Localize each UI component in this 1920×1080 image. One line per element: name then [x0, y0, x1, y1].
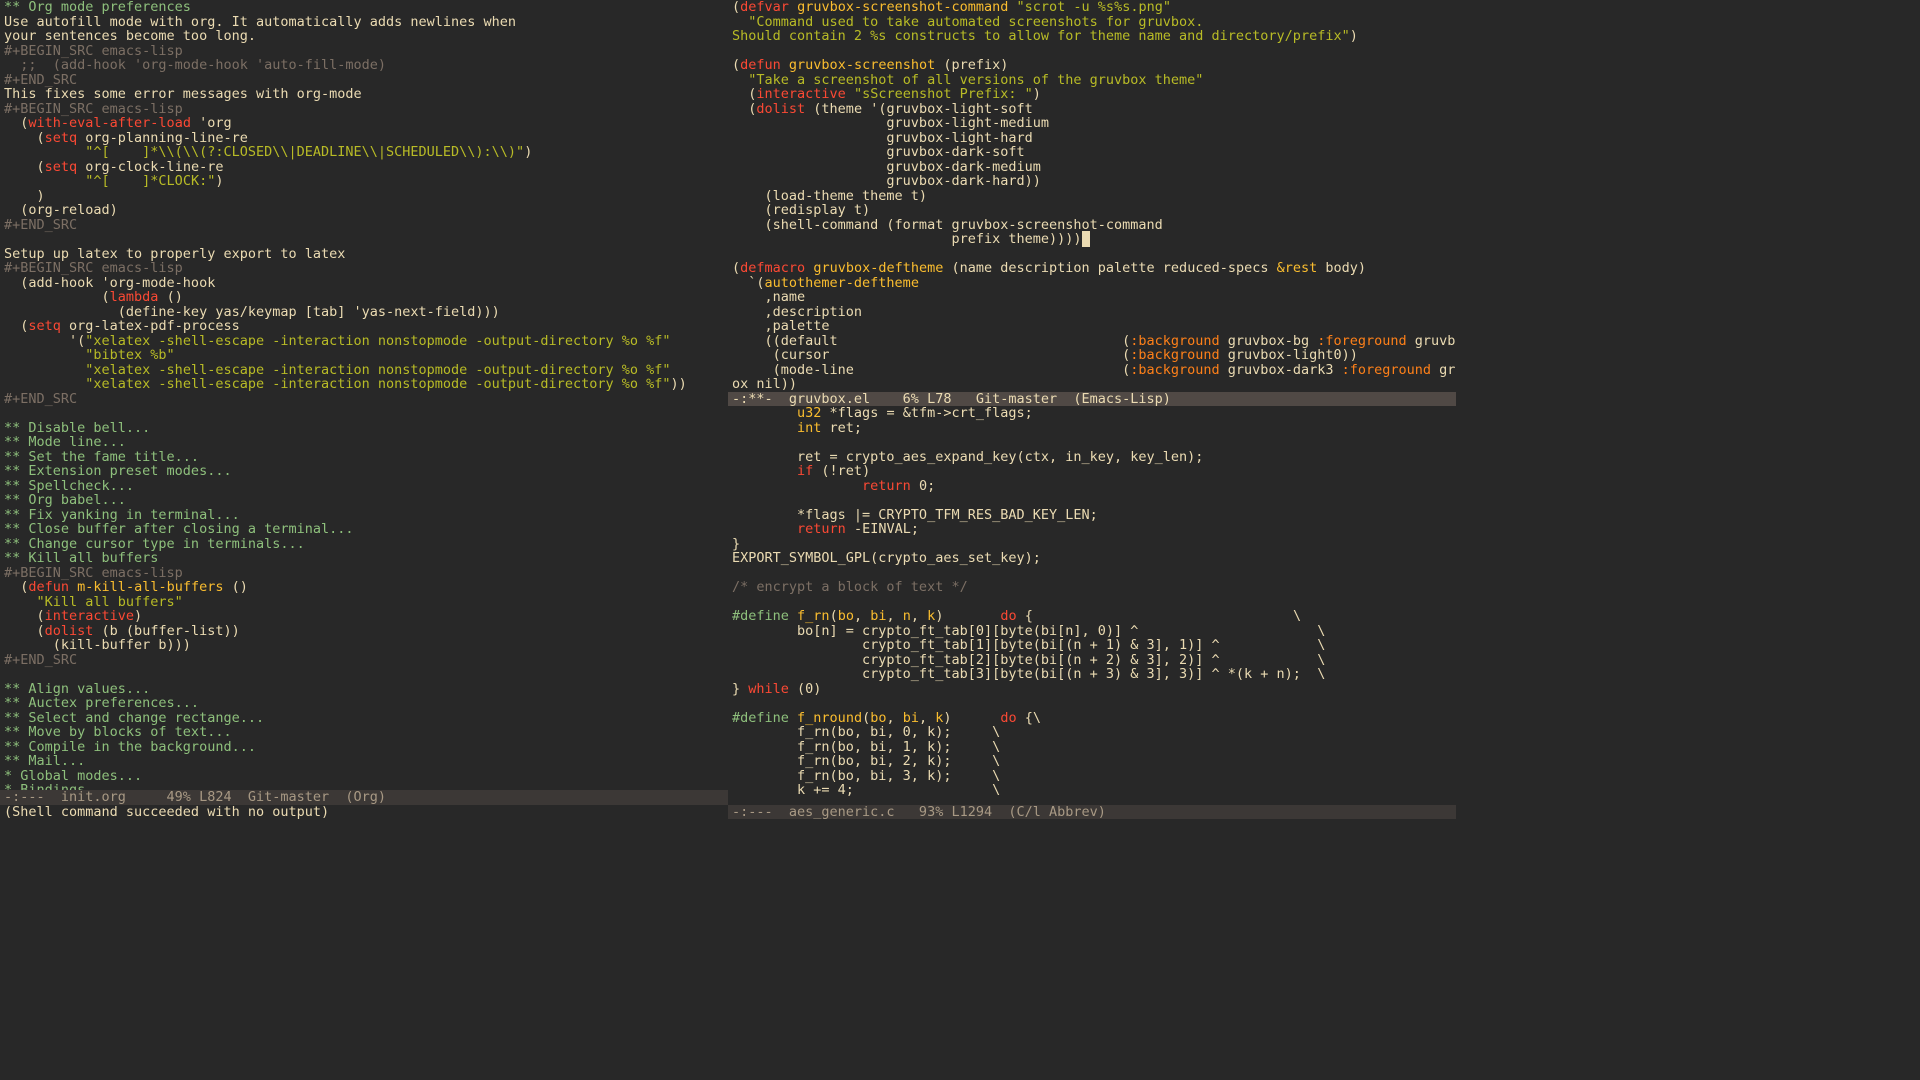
right-column: (defvar gruvbox-screenshot-command "scro… — [728, 0, 1456, 819]
left-modeline: -:--- init.org 49% L824 Git-master (Org) — [0, 790, 728, 805]
bottom-right-modeline: -:--- aes_generic.c 93% L1294 (C/l Abbre… — [728, 805, 1456, 820]
minibuffer[interactable]: (Shell command succeeded with no output) — [0, 805, 728, 820]
left-buffer[interactable]: ** Org mode preferences Use autofill mod… — [0, 0, 728, 790]
emacs-frame: ** Org mode preferences Use autofill mod… — [0, 0, 1456, 819]
top-right-modeline: -:**- gruvbox.el 6% L78 Git-master (Emac… — [728, 392, 1456, 407]
left-column: ** Org mode preferences Use autofill mod… — [0, 0, 728, 819]
bottom-right-buffer[interactable]: u32 *flags = &tfm->crt_flags; int ret; r… — [728, 406, 1456, 805]
top-right-buffer[interactable]: (defvar gruvbox-screenshot-command "scro… — [728, 0, 1456, 392]
